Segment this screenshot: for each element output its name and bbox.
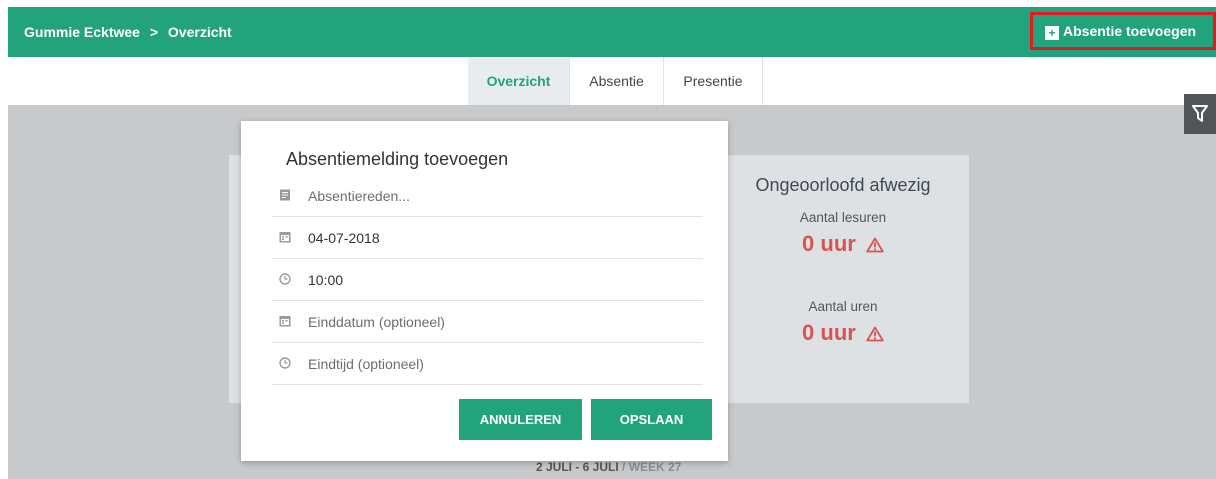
breadcrumb-current: Overzicht — [167, 24, 232, 40]
breadcrumb-separator-icon: > — [149, 24, 159, 40]
calendar-icon — [279, 232, 291, 243]
week-range: 2 JULI - 6 JULI — [536, 460, 619, 474]
calendar-icon — [279, 316, 291, 327]
absence-reason-field[interactable]: Absentiereden... — [272, 175, 703, 217]
clock-icon — [279, 273, 291, 285]
week-number: WEEK 27 — [628, 460, 682, 474]
lesuren-value-row: 0 uur — [726, 231, 960, 257]
lesuren-value: 0 uur — [802, 231, 856, 256]
tab-presentie[interactable]: Presentie — [664, 57, 763, 105]
warning-icon — [866, 326, 884, 342]
add-absence-dialog: Absentiemelding toevoegen Absentiereden.… — [241, 121, 728, 461]
document-icon — [280, 189, 290, 201]
filter-button[interactable] — [1184, 94, 1216, 134]
end-time-text: Eindtijd (optioneel) — [308, 356, 424, 372]
end-date-field[interactable]: Einddatum (optioneel) — [272, 301, 703, 343]
clock-icon — [279, 357, 291, 369]
start-time-field[interactable]: 10:00 — [272, 259, 703, 301]
week-label: 2 JULI - 6 JULI / WEEK 27 — [536, 460, 681, 474]
uren-value: 0 uur — [802, 320, 856, 345]
top-bar: Gummie Ecktwee > Overzicht + Absentie toe… — [8, 7, 1216, 57]
start-date-text: 04-07-2018 — [308, 230, 380, 246]
breadcrumb-root[interactable]: Gummie Ecktwee — [24, 24, 140, 40]
tab-bar: Overzicht Absentie Presentie — [8, 57, 1216, 105]
cancel-button[interactable]: ANNULEREN — [459, 399, 582, 440]
add-absence-label: Absentie toevoegen — [1063, 23, 1197, 39]
tab-absentie[interactable]: Absentie — [570, 57, 664, 105]
week-separator: / — [618, 460, 629, 474]
warning-icon — [866, 237, 884, 253]
dialog-title: Absentiemelding toevoegen — [286, 149, 509, 169]
absence-reason-text: Absentiereden... — [308, 188, 410, 204]
save-button[interactable]: OPSLAAN — [591, 399, 712, 440]
add-absence-button[interactable]: + Absentie toevoegen — [1030, 12, 1216, 50]
breadcrumb: Gummie Ecktwee > Overzicht — [24, 7, 232, 57]
start-date-field[interactable]: 04-07-2018 — [272, 217, 703, 259]
uren-label: Aantal uren — [808, 299, 878, 314]
tab-overzicht[interactable]: Overzicht — [468, 57, 570, 105]
filter-icon — [1192, 105, 1208, 122]
end-time-field[interactable]: Eindtijd (optioneel) — [272, 343, 703, 385]
stats-title: Ongeoorloofd afwezig — [755, 175, 931, 195]
start-time-text: 10:00 — [308, 272, 344, 288]
uren-value-row: 0 uur — [726, 320, 960, 346]
lesuren-label: Aantal lesuren — [799, 210, 887, 225]
plus-square-icon: + — [1045, 26, 1059, 40]
end-date-text: Einddatum (optioneel) — [308, 314, 445, 330]
unauthorized-absence-panel: Ongeoorloofd afwezig Aantal lesuren 0 uu… — [726, 165, 960, 346]
